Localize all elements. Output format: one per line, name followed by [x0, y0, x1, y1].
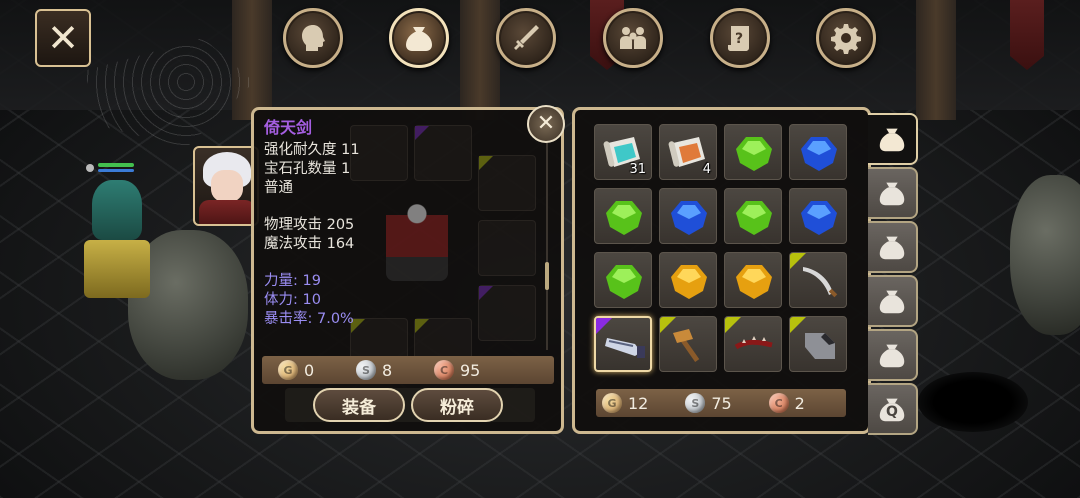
inventory-slot[interactable] [724, 124, 782, 180]
inventory-slot[interactable] [594, 188, 652, 244]
rarity-marker [790, 253, 806, 269]
inventory-slot[interactable] [789, 188, 847, 244]
wallet-copper-value: 2 [794, 393, 805, 413]
npc-character [92, 180, 142, 240]
wallet-bar: G 12 S 75 C 2 [596, 389, 846, 417]
inventory-slot[interactable]: 4 [659, 124, 717, 180]
bag-tab[interactable] [868, 167, 918, 219]
banner [1010, 0, 1044, 70]
portrait-face [211, 170, 243, 202]
golden-cart [84, 240, 150, 298]
inventory-slot[interactable]: 31 [594, 124, 652, 180]
item-quality: 普通 [264, 180, 293, 196]
silver-coin-icon: S [356, 360, 376, 380]
rock-golem [1010, 175, 1080, 335]
tab-character[interactable] [283, 8, 343, 68]
tab-bag[interactable] [389, 8, 449, 68]
inventory-grid: 31 4 [594, 124, 854, 372]
svg-text:?: ? [735, 31, 743, 47]
wallet-gold: G 12 [602, 393, 679, 413]
quest-scroll-icon: ? [728, 26, 749, 51]
sell-price-bar: G 0 S 8 C 95 [262, 356, 554, 384]
bag-tab[interactable]: Q [868, 383, 918, 435]
skills-sword-icon [514, 25, 539, 50]
wallet-gold-value: 12 [628, 393, 649, 413]
bag-icon [876, 285, 908, 317]
item-crit-rate: 暴击率: 7.0% [264, 311, 354, 327]
price-gold-value: 0 [304, 360, 315, 380]
npc-hp-bars [98, 163, 134, 173]
quest-bag-icon: Q [876, 393, 908, 425]
settings-gear-icon [831, 24, 861, 54]
character-portrait[interactable] [193, 146, 259, 226]
status-dot [86, 164, 94, 172]
item-magic-attack: 魔法攻击 164 [264, 236, 355, 252]
rarity-marker [725, 317, 741, 333]
copper-coin-icon: C [768, 393, 789, 413]
silver-coin-icon: S [685, 393, 706, 413]
item-physical-attack: 物理攻击 205 [264, 217, 355, 233]
wallet-copper: C 2 [768, 393, 846, 413]
inventory-slot[interactable] [659, 316, 717, 372]
inventory-slot[interactable] [724, 252, 782, 308]
copper-coin-icon: C [434, 360, 454, 380]
character-head-icon [302, 25, 325, 51]
detail-scrollbar-track[interactable] [546, 140, 548, 350]
pillar [916, 0, 956, 120]
bag-icon [876, 339, 908, 371]
tab-settings[interactable] [816, 8, 876, 68]
inventory-slot[interactable] [659, 188, 717, 244]
detail-scrollbar-thumb[interactable] [545, 262, 549, 290]
item-gem-slots: 宝石孔数量 1 [264, 161, 351, 177]
item-strength: 力量: 19 [264, 273, 321, 289]
pillar [460, 0, 500, 120]
equip-button[interactable]: 装备 [313, 388, 405, 422]
floor-pit [918, 372, 1028, 432]
item-quantity: 4 [702, 162, 711, 177]
wallet-silver: S 75 [685, 393, 762, 413]
price-gold: G 0 [278, 360, 356, 380]
item-name: 倚天剑 [264, 118, 313, 137]
bag-tab-label: Q [886, 404, 898, 420]
tab-party[interactable] [603, 8, 663, 68]
gold-coin-icon: G [602, 393, 622, 413]
inventory-slot[interactable] [789, 252, 847, 308]
price-silver-value: 8 [382, 360, 393, 380]
tab-quests[interactable]: ? [710, 8, 770, 68]
item-stamina: 体力: 10 [264, 292, 321, 308]
bag-tab[interactable] [868, 113, 918, 165]
smash-button[interactable]: 粉碎 [411, 388, 503, 422]
party-icon [620, 27, 646, 49]
rarity-marker [596, 318, 612, 334]
item-durability: 强化耐久度 11 [264, 142, 360, 158]
bag-icon [876, 123, 908, 155]
inventory-slot[interactable] [594, 316, 652, 372]
price-silver: S 8 [356, 360, 434, 380]
portrait-scarf [199, 200, 255, 224]
price-copper: C 95 [434, 360, 512, 380]
close-detail-button[interactable]: ✕ [527, 105, 565, 143]
rarity-marker [660, 317, 676, 333]
gold-coin-icon: G [278, 360, 298, 380]
wallet-silver-value: 75 [711, 393, 732, 413]
item-detail-text: 倚天剑 强化耐久度 11 宝石孔数量 1 普通 物理攻击 205 魔法攻击 16… [264, 118, 549, 329]
tab-skills[interactable] [496, 8, 556, 68]
inventory-slot[interactable] [594, 252, 652, 308]
bag-tab[interactable] [868, 329, 918, 381]
inventory-slot[interactable] [724, 316, 782, 372]
bag-icon [406, 27, 432, 51]
inventory-slot[interactable] [789, 124, 847, 180]
bag-tab[interactable] [868, 221, 918, 273]
item-quantity: 31 [629, 162, 646, 177]
inventory-slot[interactable] [659, 252, 717, 308]
bag-tab[interactable] [868, 275, 918, 327]
bag-icon [876, 231, 908, 263]
price-copper-value: 95 [460, 360, 481, 380]
rarity-marker [790, 317, 806, 333]
close-menu-button[interactable]: ✕ [35, 9, 91, 67]
pillar [232, 0, 272, 120]
inventory-slot[interactable] [789, 316, 847, 372]
bag-icon [876, 177, 908, 209]
inventory-slot[interactable] [724, 188, 782, 244]
